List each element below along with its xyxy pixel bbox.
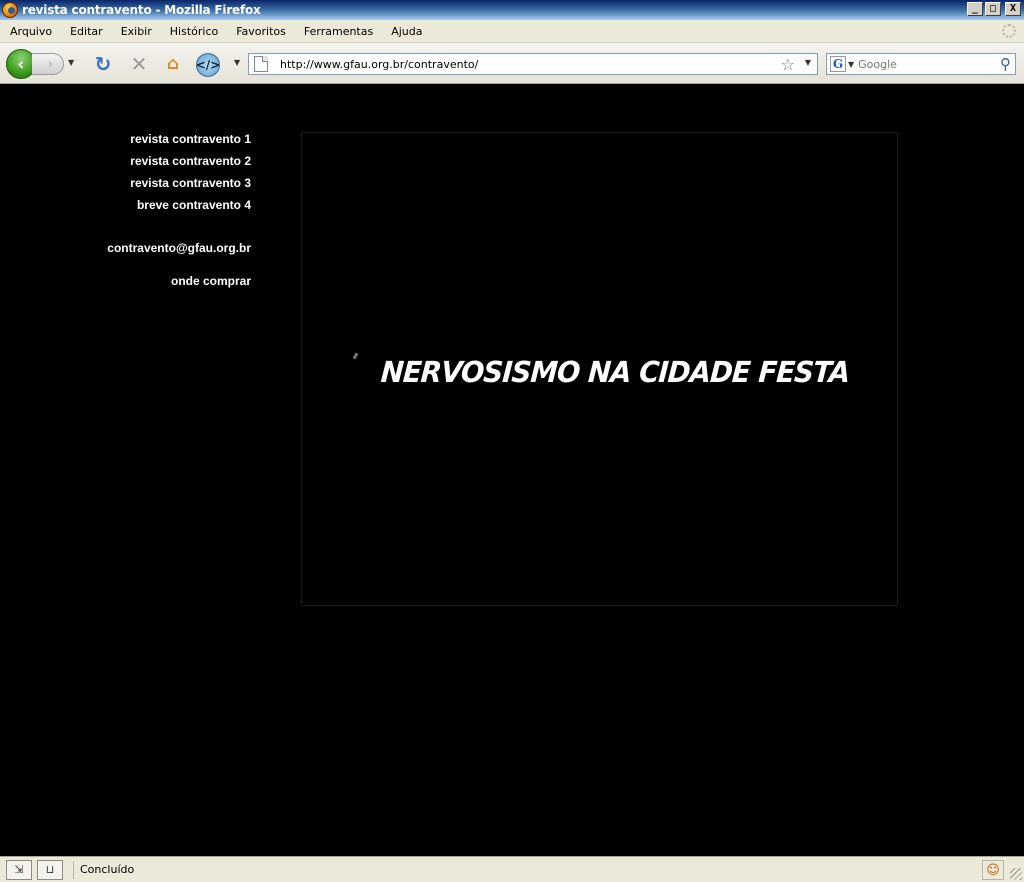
menu-favoritos[interactable]: Favoritos (226, 25, 294, 38)
addon-button[interactable]: </> (196, 53, 220, 77)
throbber-icon (1002, 24, 1016, 38)
window-controls: _ □ X (967, 2, 1021, 16)
url-text[interactable]: http://www.gfau.org.br/contravento/ (280, 58, 478, 71)
forward-button[interactable]: › (32, 53, 64, 75)
minimize-button[interactable]: _ (967, 2, 983, 16)
status-addon-icon[interactable]: ☺ (982, 860, 1004, 880)
back-arrow-icon: ‹ (17, 53, 25, 75)
home-button[interactable]: ⌂ (162, 53, 184, 75)
menu-exibir[interactable]: Exibir (111, 25, 160, 38)
menu-editar[interactable]: Editar (60, 25, 111, 38)
engine-dropdown-icon[interactable]: ▼ (848, 60, 854, 69)
nav-link-revista-2[interactable]: revista contravento 2 (60, 150, 251, 172)
headline: NERVOSISMO NA CIDADE FESTA (379, 355, 851, 389)
resize-grip-icon[interactable] (1010, 868, 1022, 880)
page-content: revista contravento 1 revista contravent… (0, 84, 1024, 856)
magnifier-icon[interactable]: ⚲ (1000, 55, 1011, 73)
code-globe-icon: </> (195, 58, 221, 72)
addon-dropdown-icon[interactable]: ▼ (234, 58, 240, 67)
home-icon: ⌂ (166, 54, 180, 74)
bookmark-star-icon[interactable]: ☆ (781, 55, 795, 74)
stop-icon: ✕ (130, 52, 148, 76)
nav-link-breve-4[interactable]: breve contravento 4 (60, 194, 251, 216)
forward-arrow-icon: › (48, 57, 53, 71)
nav-link-revista-1[interactable]: revista contravento 1 (60, 128, 251, 150)
google-engine-icon[interactable]: G (830, 56, 846, 72)
menu-bar: Arquivo Editar Exibir Histórico Favorito… (0, 20, 1024, 43)
menu-ajuda[interactable]: Ajuda (381, 25, 430, 38)
decorative-speck (352, 352, 359, 360)
navigation-toolbar: ‹ › ▼ ↻ ✕ ⌂ </> ▼ http://www.gfau.org.br… (0, 43, 1024, 84)
status-ruler-icon[interactable]: ⊔ (37, 859, 63, 880)
status-arrow-icon[interactable]: ⇲ (6, 859, 32, 880)
search-input[interactable] (858, 57, 989, 71)
nav-link-revista-3[interactable]: revista contravento 3 (60, 172, 251, 194)
firefox-icon (2, 2, 18, 18)
site-nav: revista contravento 1 revista contravent… (60, 128, 251, 292)
flash-frame: NERVOSISMO NA CIDADE FESTA (301, 132, 898, 606)
url-bar[interactable]: http://www.gfau.org.br/contravento/ ☆ ▼ (248, 53, 818, 75)
email-link[interactable]: contravento@gfau.org.br (60, 237, 251, 259)
search-bar[interactable]: G ▼ ⚲ (826, 53, 1016, 75)
menu-historico[interactable]: Histórico (160, 25, 226, 38)
page-icon (254, 56, 268, 72)
reload-button[interactable]: ↻ (92, 52, 114, 76)
window-title: revista contravento - Mozilla Firefox (22, 3, 261, 17)
maximize-button[interactable]: □ (985, 2, 1001, 16)
window-titlebar: revista contravento - Mozilla Firefox _ … (0, 0, 1024, 20)
url-dropdown-icon[interactable]: ▼ (805, 58, 811, 67)
menu-ferramentas[interactable]: Ferramentas (294, 25, 381, 38)
menu-arquivo[interactable]: Arquivo (0, 25, 60, 38)
buy-link[interactable]: onde comprar (60, 270, 251, 292)
close-button[interactable]: X (1005, 2, 1021, 16)
status-text: Concluído (73, 860, 134, 879)
status-bar: ⇲ ⊔ Concluído ☺ (0, 856, 1024, 882)
stop-button[interactable]: ✕ (128, 52, 150, 76)
history-dropdown-icon[interactable]: ▼ (68, 58, 74, 67)
reload-icon: ↻ (94, 52, 112, 76)
